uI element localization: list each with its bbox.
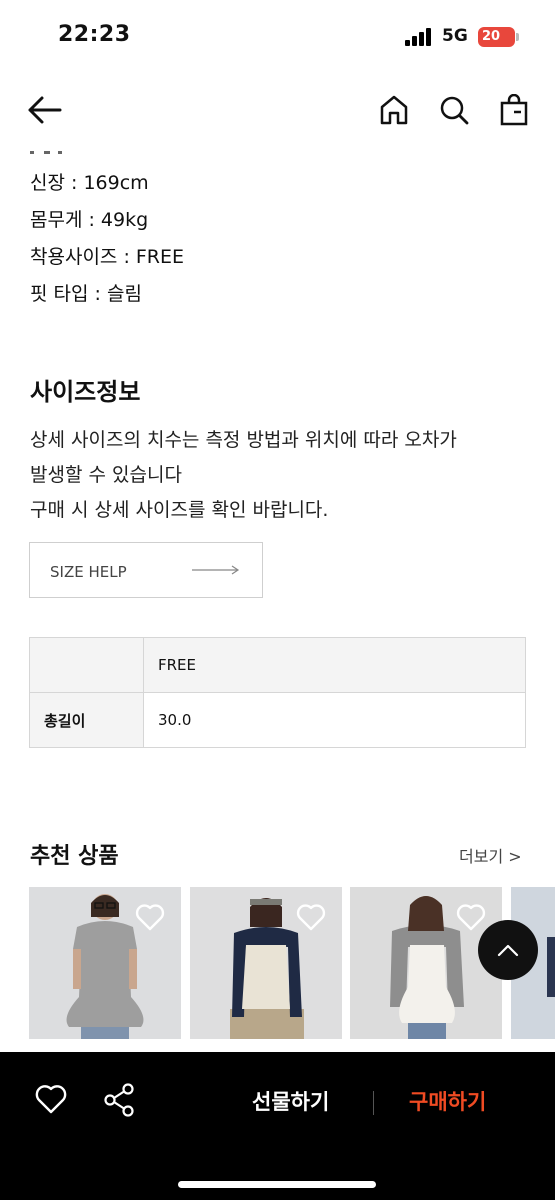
battery-icon: 20 bbox=[478, 27, 519, 47]
spec-fit: 핏 타입 : 슬림 bbox=[30, 283, 142, 305]
search-icon[interactable] bbox=[436, 92, 472, 128]
buy-button[interactable]: 구매하기 bbox=[409, 1086, 486, 1116]
battery-level: 20 bbox=[482, 29, 501, 44]
table-header-row: FREE bbox=[29, 637, 526, 693]
network-type: 5G bbox=[442, 26, 468, 46]
recommend-title: 추천 상품 bbox=[30, 844, 119, 869]
home-icon[interactable] bbox=[376, 92, 412, 128]
heart-icon[interactable] bbox=[296, 903, 326, 931]
spec-height: 신장 : 169cm bbox=[30, 172, 149, 194]
arrow-right-icon bbox=[192, 565, 240, 575]
gift-button[interactable]: 선물하기 bbox=[252, 1086, 329, 1116]
product-card[interactable] bbox=[350, 887, 502, 1039]
size-info-desc-3: 구매 시 상세 사이즈를 확인 바랍니다. bbox=[30, 499, 329, 521]
size-info-desc-1: 상세 사이즈의 치수는 측정 방법과 위치에 따라 오차가 bbox=[30, 429, 457, 451]
size-help-button[interactable]: SIZE HELP bbox=[29, 542, 263, 598]
scroll-to-top-button[interactable] bbox=[478, 920, 538, 980]
scrolled-text-fragment bbox=[30, 140, 70, 154]
table-header-cell: FREE bbox=[143, 637, 526, 693]
home-indicator bbox=[178, 1181, 376, 1188]
share-icon[interactable] bbox=[102, 1082, 136, 1118]
product-card[interactable] bbox=[190, 887, 342, 1039]
size-info-title: 사이즈정보 bbox=[30, 378, 141, 406]
size-help-label: SIZE HELP bbox=[50, 563, 127, 581]
heart-icon[interactable] bbox=[456, 903, 486, 931]
spec-size: 착용사이즈 : FREE bbox=[30, 246, 185, 268]
spec-weight: 몸무게 : 49kg bbox=[30, 209, 149, 231]
size-info-desc-2: 발생할 수 있습니다 bbox=[30, 464, 182, 486]
table-row-value: 30.0 bbox=[143, 692, 526, 748]
divider bbox=[373, 1091, 374, 1115]
table-corner-cell bbox=[29, 637, 144, 693]
table-row-label: 총길이 bbox=[29, 692, 144, 748]
top-nav bbox=[0, 80, 555, 140]
bottom-purchase-bar: 선물하기 구매하기 bbox=[0, 1052, 555, 1200]
status-time: 22:23 bbox=[58, 22, 131, 47]
shopping-bag-icon[interactable] bbox=[496, 92, 532, 128]
heart-icon[interactable] bbox=[135, 903, 165, 931]
more-link[interactable]: 더보기 > bbox=[459, 843, 522, 867]
signal-icon bbox=[405, 28, 435, 46]
product-carousel bbox=[29, 887, 555, 1039]
chevron-up-icon bbox=[497, 944, 519, 957]
product-card[interactable] bbox=[29, 887, 181, 1039]
size-table: FREE 총길이 30.0 bbox=[29, 637, 526, 748]
back-arrow-icon[interactable] bbox=[26, 92, 62, 128]
table-row: 총길이 30.0 bbox=[29, 692, 526, 748]
status-bar: 22:23 5G 20 bbox=[0, 0, 555, 70]
heart-outline-icon[interactable] bbox=[34, 1083, 68, 1115]
